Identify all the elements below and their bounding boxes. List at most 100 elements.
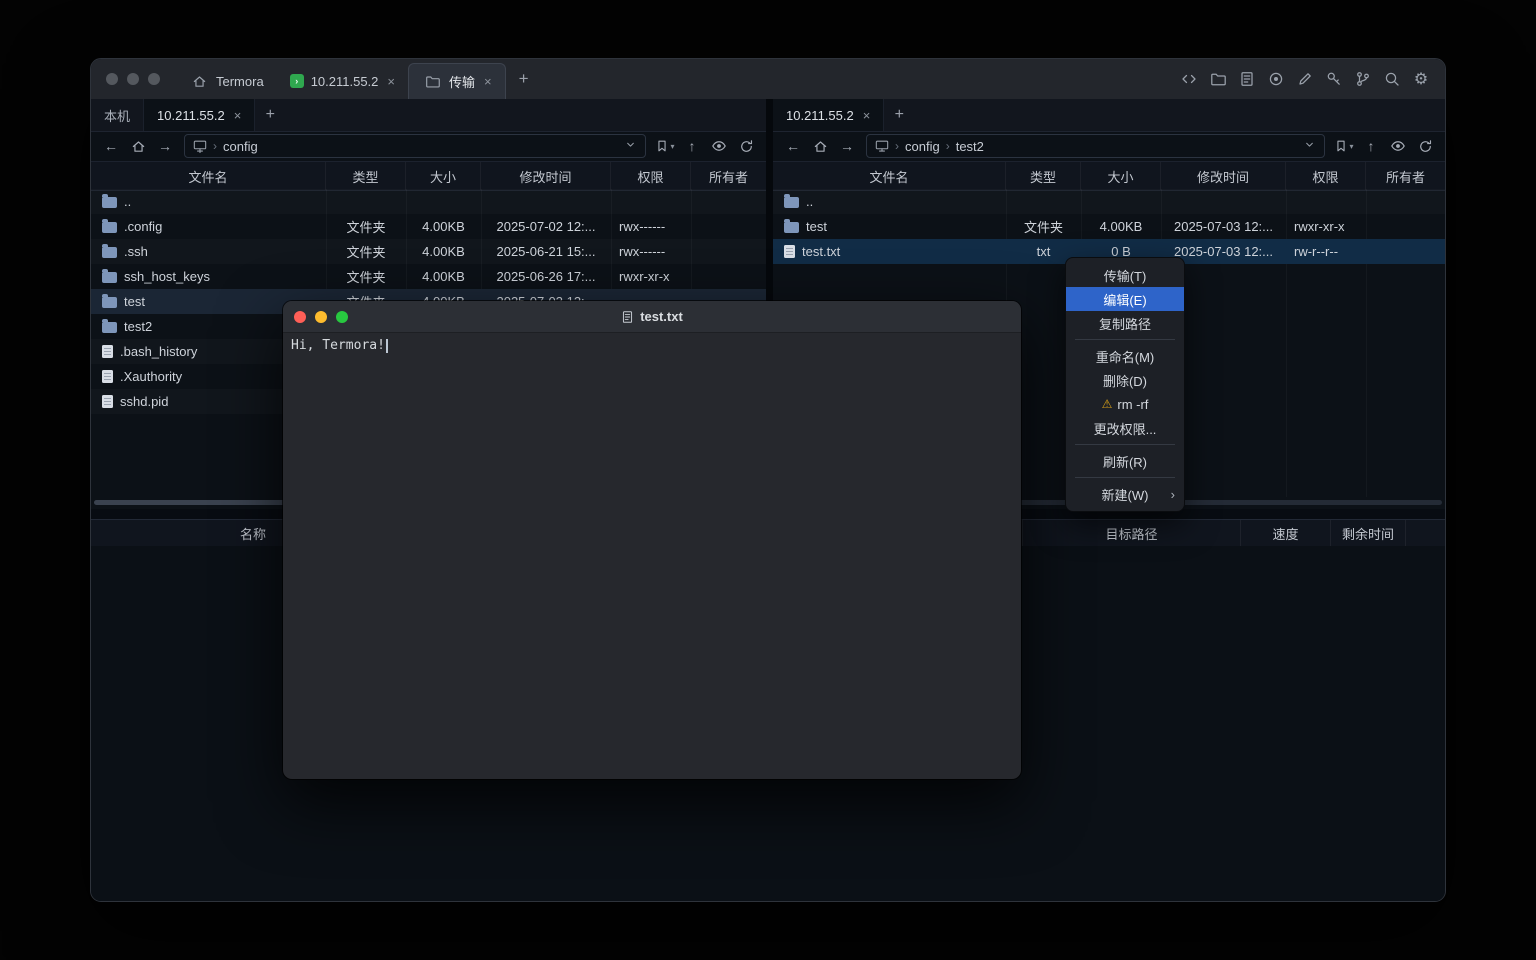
- file-row[interactable]: .config 文件夹 4.00KB 2025-07-02 12:... rwx…: [91, 214, 766, 239]
- titlebar: Termora › 10.211.55.2 × 传输 × +: [91, 59, 1445, 100]
- close-tab-icon[interactable]: ×: [387, 74, 395, 89]
- menu-item-rm-rf[interactable]: ⚠ rm -rf: [1066, 392, 1184, 416]
- column-header-name[interactable]: 文件名: [91, 162, 326, 190]
- file-row[interactable]: .ssh 文件夹 4.00KB 2025-06-21 15:... rwx---…: [91, 239, 766, 264]
- file-icon: [784, 245, 795, 258]
- column-header-mtime[interactable]: 修改时间: [1161, 162, 1286, 190]
- column-header-name[interactable]: 文件名: [773, 162, 1006, 190]
- column-header-target[interactable]: 目标路径: [1023, 520, 1241, 546]
- tab-home[interactable]: Termora: [176, 63, 277, 99]
- breadcrumb-item[interactable]: config: [905, 139, 940, 154]
- refresh-button[interactable]: [1413, 135, 1437, 157]
- new-tab-button[interactable]: +: [510, 65, 538, 93]
- right-toolbar: ← → › config › test2 ▾: [773, 131, 1445, 161]
- file-row[interactable]: ..: [91, 189, 766, 214]
- right-file-list: .. test 文件夹 4.00KB 2025-07-03 12:... rwx…: [773, 189, 1445, 264]
- refresh-button[interactable]: [734, 135, 758, 157]
- menu-item-rename[interactable]: 重命名(M): [1066, 344, 1184, 368]
- menu-item-edit[interactable]: 编辑(E): [1066, 287, 1184, 311]
- folder-icon: [102, 297, 117, 308]
- breadcrumb-separator: ›: [895, 139, 899, 153]
- submenu-arrow-icon: ›: [1171, 487, 1175, 502]
- editor-titlebar[interactable]: test.txt: [283, 301, 1021, 333]
- key-icon[interactable]: [1324, 69, 1344, 89]
- column-header-size[interactable]: 大小: [1081, 162, 1161, 190]
- column-header-size[interactable]: 大小: [406, 162, 481, 190]
- tab-remote-right[interactable]: 10.211.55.2 ×: [773, 99, 884, 131]
- menu-item-refresh[interactable]: 刷新(R): [1066, 449, 1184, 473]
- new-pane-tab-button[interactable]: +: [255, 99, 285, 131]
- chevron-down-icon[interactable]: [624, 138, 637, 154]
- file-icon: [102, 395, 113, 408]
- column-header-perm[interactable]: 权限: [1286, 162, 1366, 190]
- close-tab-icon[interactable]: ×: [484, 74, 492, 89]
- column-header-type[interactable]: 类型: [1006, 162, 1081, 190]
- tab-local-label: 本机: [104, 106, 130, 125]
- right-pane-tabs: 10.211.55.2 × +: [773, 99, 1445, 132]
- pencil-icon[interactable]: [1295, 69, 1315, 89]
- branch-icon[interactable]: [1353, 69, 1373, 89]
- search-icon[interactable]: [1382, 69, 1402, 89]
- menu-item-copy-path[interactable]: 复制路径: [1066, 311, 1184, 335]
- file-name: ..: [806, 194, 813, 209]
- parent-directory-button[interactable]: ↑: [680, 135, 704, 157]
- close-window-button[interactable]: [106, 73, 118, 85]
- menu-item-transfer[interactable]: 传输(T): [1066, 263, 1184, 287]
- show-hidden-eye-button[interactable]: [1386, 135, 1410, 157]
- home-button[interactable]: [808, 135, 832, 157]
- folder-icon: [102, 272, 117, 283]
- column-header-perm[interactable]: 权限: [611, 162, 691, 190]
- column-header-type[interactable]: 类型: [326, 162, 406, 190]
- zoom-window-button[interactable]: [336, 311, 348, 323]
- file-row[interactable]: test 文件夹 4.00KB 2025-07-03 12:... rwxr-x…: [773, 214, 1445, 239]
- log-icon[interactable]: [1237, 69, 1257, 89]
- tab-ssh-session[interactable]: › 10.211.55.2 ×: [277, 63, 408, 99]
- column-header-speed[interactable]: 速度: [1241, 520, 1331, 546]
- code-icon[interactable]: [1179, 69, 1199, 89]
- menu-item-chmod[interactable]: 更改权限...: [1066, 416, 1184, 440]
- column-header-owner[interactable]: 所有者: [691, 162, 766, 190]
- tab-remote-left[interactable]: 10.211.55.2 ×: [144, 99, 255, 131]
- column-header-owner[interactable]: 所有者: [1366, 162, 1445, 190]
- editor-content[interactable]: Hi, Termora!: [283, 333, 1021, 358]
- folder-icon[interactable]: [1208, 69, 1228, 89]
- column-header-mtime[interactable]: 修改时间: [481, 162, 611, 190]
- show-hidden-eye-button[interactable]: [707, 135, 731, 157]
- path-breadcrumb[interactable]: › config › test2: [866, 134, 1325, 158]
- terminal-icon: ›: [290, 74, 304, 88]
- bookmark-button[interactable]: ▾: [653, 135, 677, 157]
- column-header-eta[interactable]: 剩余时间: [1331, 520, 1406, 546]
- back-button[interactable]: ←: [781, 135, 805, 157]
- file-row[interactable]: ..: [773, 189, 1445, 214]
- left-pane-tabs: 本机 10.211.55.2 × +: [91, 99, 766, 132]
- chevron-down-icon[interactable]: [1303, 138, 1316, 154]
- breadcrumb-item[interactable]: config: [223, 139, 258, 154]
- settings-gear-icon[interactable]: ⚙: [1411, 69, 1431, 89]
- home-button[interactable]: [126, 135, 150, 157]
- tab-local[interactable]: 本机: [91, 99, 144, 131]
- tab-transfer[interactable]: 传输 ×: [408, 63, 506, 100]
- forward-button[interactable]: →: [153, 135, 177, 157]
- close-tab-icon[interactable]: ×: [234, 108, 242, 123]
- path-breadcrumb[interactable]: › config: [184, 134, 646, 158]
- file-name: sshd.pid: [120, 394, 168, 409]
- left-table-header: 文件名 类型 大小 修改时间 权限 所有者: [91, 161, 766, 191]
- minimize-window-button[interactable]: [315, 311, 327, 323]
- tab-remote-label: 10.211.55.2: [157, 108, 225, 123]
- file-name: test2: [124, 319, 152, 334]
- breadcrumb-item[interactable]: test2: [956, 139, 984, 154]
- zoom-window-button[interactable]: [148, 73, 160, 85]
- close-tab-icon[interactable]: ×: [863, 108, 871, 123]
- file-row[interactable]: ssh_host_keys 文件夹 4.00KB 2025-06-26 17:.…: [91, 264, 766, 289]
- forward-button[interactable]: →: [835, 135, 859, 157]
- back-button[interactable]: ←: [99, 135, 123, 157]
- bookmark-button[interactable]: ▾: [1332, 135, 1356, 157]
- record-icon[interactable]: [1266, 69, 1286, 89]
- minimize-window-button[interactable]: [127, 73, 139, 85]
- new-pane-tab-button[interactable]: +: [884, 99, 914, 131]
- menu-item-new[interactable]: 新建(W) ›: [1066, 482, 1184, 506]
- menu-item-delete[interactable]: 删除(D): [1066, 368, 1184, 392]
- editor-text: Hi, Termora!: [291, 338, 385, 353]
- parent-directory-button[interactable]: ↑: [1359, 135, 1383, 157]
- close-window-button[interactable]: [294, 311, 306, 323]
